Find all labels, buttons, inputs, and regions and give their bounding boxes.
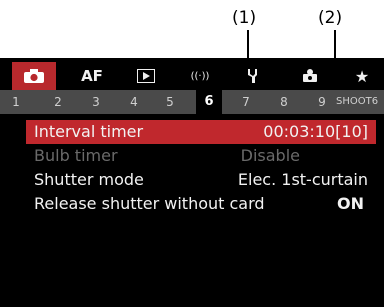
page-4[interactable]: 4 <box>124 90 144 114</box>
camera-icon <box>24 69 44 83</box>
page-2[interactable]: 2 <box>48 90 68 114</box>
menu-item-label: Release shutter without card <box>34 194 265 213</box>
custom-icon <box>303 69 317 82</box>
tab-wireless[interactable]: ((·)) <box>178 62 222 90</box>
menu-item-value: Disable <box>240 146 300 165</box>
page-6[interactable]: 6 <box>196 90 222 114</box>
tab-setup[interactable] <box>232 62 276 90</box>
tab-af[interactable]: AF <box>70 62 114 90</box>
menu-item-value: 00:03:10[10] <box>263 122 368 141</box>
star-icon: ★ <box>354 66 370 86</box>
wrench-icon <box>248 69 257 83</box>
menu-item-value: Elec. 1st-curtain <box>237 170 368 189</box>
tab-shooting[interactable] <box>12 62 56 90</box>
menu-item-label: Bulb timer <box>34 146 118 165</box>
tab-my-menu[interactable]: ★ <box>342 62 382 90</box>
wireless-icon: ((·)) <box>190 70 210 82</box>
menu-item-bulb-timer: Bulb timer Disable <box>26 144 376 168</box>
page-8[interactable]: 8 <box>274 90 294 114</box>
menu-tab-bar: AF ((·)) ★ <box>0 62 384 90</box>
page-3[interactable]: 3 <box>86 90 106 114</box>
page-number-bar: 1 2 3 4 5 6 7 8 9 SHOOT6 <box>0 90 384 114</box>
tab-custom[interactable] <box>288 62 332 90</box>
menu-item-label: Shutter mode <box>34 170 144 189</box>
tab-playback[interactable] <box>124 62 168 90</box>
camera-menu-screen: AF ((·)) ★ 1 2 3 4 5 6 7 8 9 SHOOT6 Inte… <box>0 58 384 307</box>
menu-page-title: SHOOT6 <box>336 96 379 107</box>
menu-item-interval-timer[interactable]: Interval timer 00:03:10[10] <box>26 120 376 144</box>
menu-item-label: Interval timer <box>34 122 144 141</box>
page-1[interactable]: 1 <box>6 90 26 114</box>
menu-item-release-without-card[interactable]: Release shutter without card ON <box>26 192 376 216</box>
page-7[interactable]: 7 <box>236 90 256 114</box>
playback-icon <box>137 69 155 83</box>
menu-item-value: ON <box>337 194 364 213</box>
menu-item-shutter-mode[interactable]: Shutter mode Elec. 1st-curtain <box>26 168 376 192</box>
callout-1: (1) <box>232 8 257 28</box>
page-9[interactable]: 9 <box>312 90 332 114</box>
callout-2: (2) <box>318 8 343 28</box>
page-5[interactable]: 5 <box>160 90 180 114</box>
